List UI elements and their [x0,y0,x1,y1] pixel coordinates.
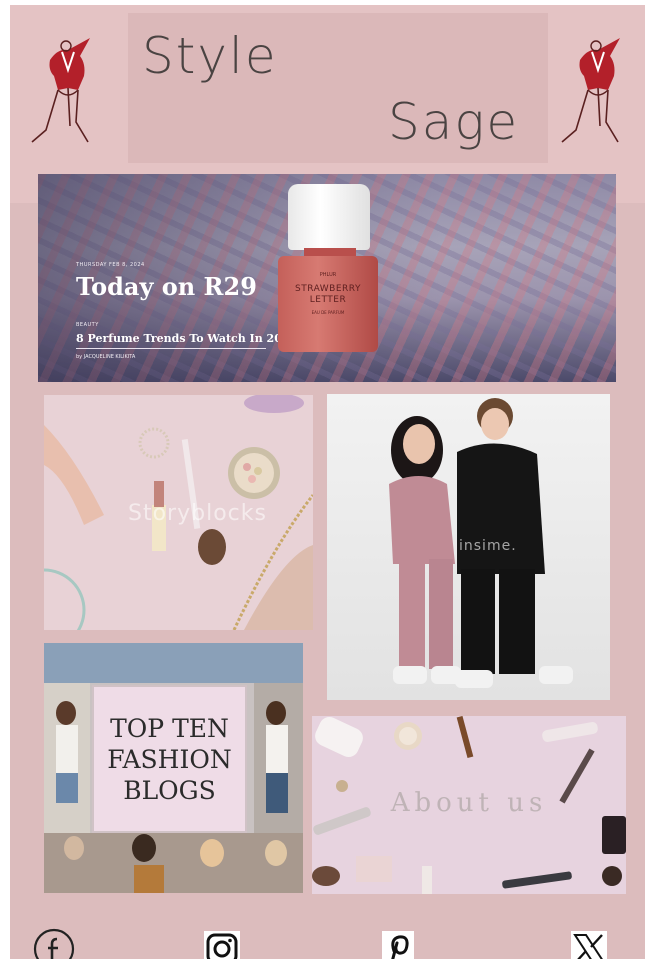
beauty-products-tile[interactable]: Storyblocks [44,395,313,630]
pinterest-icon [382,931,414,959]
fashion-figure-logo-icon[interactable] [28,30,108,145]
hero-heading: Today on R29 [76,272,257,301]
perfume-name-line1: STRAWBERRY [295,284,361,294]
site-title-style[interactable]: Style [142,27,278,85]
instagram-link[interactable] [200,927,244,959]
site-title-sage[interactable]: Sage [388,93,519,151]
blogs-title-line3: BLOGS [123,776,216,805]
facebook-link[interactable] [32,927,76,959]
hero-category: BEAUTY [76,322,99,328]
stock-watermark: insime. [459,538,517,554]
blogs-title-line2: FASHION [107,745,232,774]
about-us-tile[interactable]: About us [312,716,626,894]
perfume-brand: PHLUR [319,272,337,278]
hero-banner[interactable]: THURSDAY FEB 8, 2024 Today on R29 BEAUTY… [38,174,616,382]
top-ten-blogs-tile[interactable]: TOP TEN FASHION BLOGS [44,643,303,893]
instagram-icon [204,931,240,959]
stock-watermark: Storyblocks [128,501,267,526]
fashion-figure-logo-icon[interactable] [558,30,638,145]
pinterest-link[interactable] [376,927,420,959]
x-link[interactable] [567,927,611,959]
perfume-bottle-cap [288,184,370,250]
hero-article-link[interactable]: 8 Perfume Trends To Watch In 2024 [76,332,297,345]
hero-byline: by JACQUELINE KILIKITA [76,354,136,360]
facebook-icon [33,928,75,959]
hero-divider [76,348,266,349]
blogs-title: TOP TEN FASHION BLOGS [92,713,247,806]
perfume-name: STRAWBERRY LETTER [278,284,378,306]
kids-fashion-tile[interactable]: insime. [327,394,610,700]
x-icon [571,931,607,959]
perfume-subtitle: EAU DE PARFUM [311,310,345,315]
hero-date: THURSDAY FEB 8, 2024 [76,262,145,268]
page-background: Style Sage THURSDAY FEB 8, 2024 Today on… [10,5,645,959]
about-us-label[interactable]: About us [312,788,626,818]
blogs-title-line1: TOP TEN [110,714,229,743]
perfume-name-line2: LETTER [309,295,347,305]
